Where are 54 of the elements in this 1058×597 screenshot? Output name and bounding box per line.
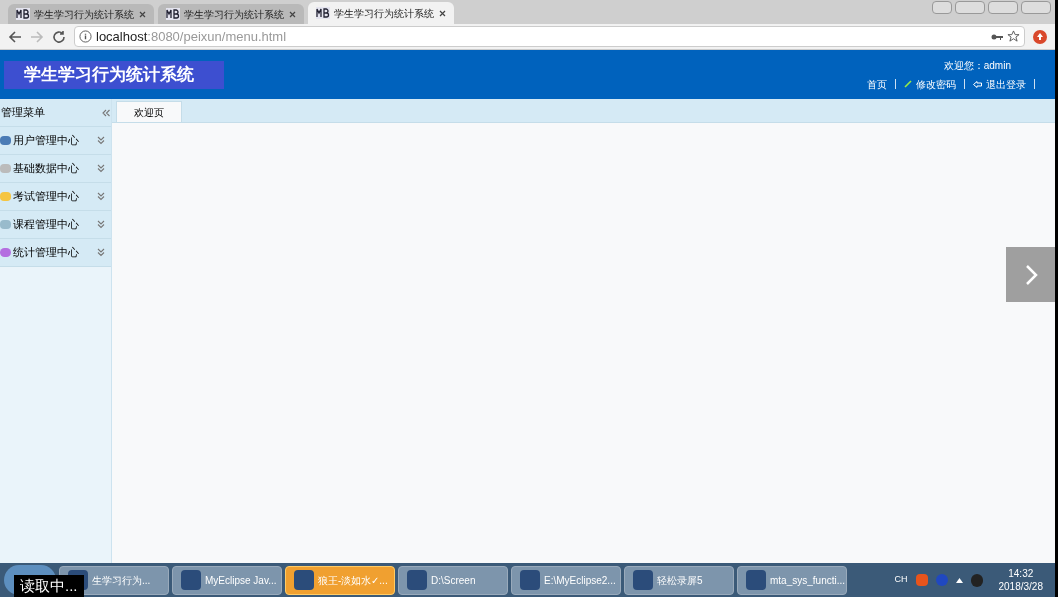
- reload-icon[interactable]: [52, 29, 66, 44]
- expand-icon[interactable]: [97, 136, 105, 145]
- header-link[interactable]: 修改密码: [900, 76, 960, 92]
- expand-icon[interactable]: [97, 192, 105, 201]
- menu-item[interactable]: 课程管理中心: [0, 211, 111, 239]
- sidebar-title: 管理菜单: [1, 105, 45, 121]
- browser-tab[interactable]: 学生学习行为统计系统: [308, 2, 454, 24]
- menu-item[interactable]: 用户管理中心: [0, 127, 111, 155]
- tab-title: 学生学习行为统计系统: [184, 7, 285, 22]
- loading-tooltip: 读取中...: [14, 575, 84, 597]
- favicon-icon: [166, 8, 180, 20]
- clock-date: 2018/3/28: [998, 580, 1043, 593]
- browser-tab[interactable]: 学生学习行为统计系统: [8, 4, 154, 24]
- menu-item[interactable]: 基础数据中心: [0, 155, 111, 183]
- exit-icon: [973, 80, 982, 88]
- app-icon: [520, 570, 540, 590]
- menu-item[interactable]: 考试管理中心: [0, 183, 111, 211]
- menu-label: 考试管理中心: [13, 189, 80, 205]
- browser-tab[interactable]: 学生学习行为统计系统: [158, 4, 304, 24]
- star-icon[interactable]: [1007, 30, 1020, 43]
- menu-label: 课程管理中心: [13, 217, 80, 233]
- favicon-icon: [316, 7, 330, 19]
- header-link[interactable]: 首页: [863, 76, 891, 92]
- tab-title: 学生学习行为统计系统: [34, 7, 135, 22]
- header-link[interactable]: 退出登录: [969, 76, 1030, 92]
- app-icon: [633, 570, 653, 590]
- address-field[interactable]: localhost:8080/peixun/menu.html: [74, 26, 1025, 47]
- expand-icon[interactable]: [97, 220, 105, 229]
- menu-item[interactable]: 统计管理中心: [0, 239, 111, 267]
- tab-title: 学生学习行为统计系统: [334, 6, 435, 21]
- expand-icon[interactable]: [97, 164, 105, 173]
- content-tab[interactable]: 欢迎页: [116, 101, 182, 122]
- system-title: 学生学习行为统计系统: [4, 60, 224, 89]
- collapse-icon[interactable]: [102, 108, 110, 117]
- clock-time: 14:32: [1008, 567, 1034, 580]
- tray-arrow-icon[interactable]: [955, 577, 963, 583]
- app-icon: [407, 570, 427, 590]
- welcome-text: 欢迎您：admin: [943, 58, 1012, 73]
- chevron-right-icon: [1023, 263, 1038, 286]
- back-icon[interactable]: [8, 29, 22, 44]
- key-icon: [991, 32, 1003, 41]
- extension-icon[interactable]: [1033, 29, 1047, 44]
- favicon-icon: [16, 8, 30, 20]
- menu-label: 基础数据中心: [13, 161, 80, 177]
- expand-icon[interactable]: [97, 248, 105, 257]
- language-indicator[interactable]: CH: [894, 573, 908, 587]
- pencil-icon: [904, 80, 912, 88]
- app-icon: [181, 570, 201, 590]
- app-icon: [746, 570, 766, 590]
- url-text: localhost:8080/peixun/menu.html: [96, 27, 287, 46]
- app-icon: [294, 570, 314, 590]
- info-icon: [79, 30, 92, 43]
- menu-label: 统计管理中心: [13, 245, 80, 261]
- menu-label: 用户管理中心: [13, 133, 80, 149]
